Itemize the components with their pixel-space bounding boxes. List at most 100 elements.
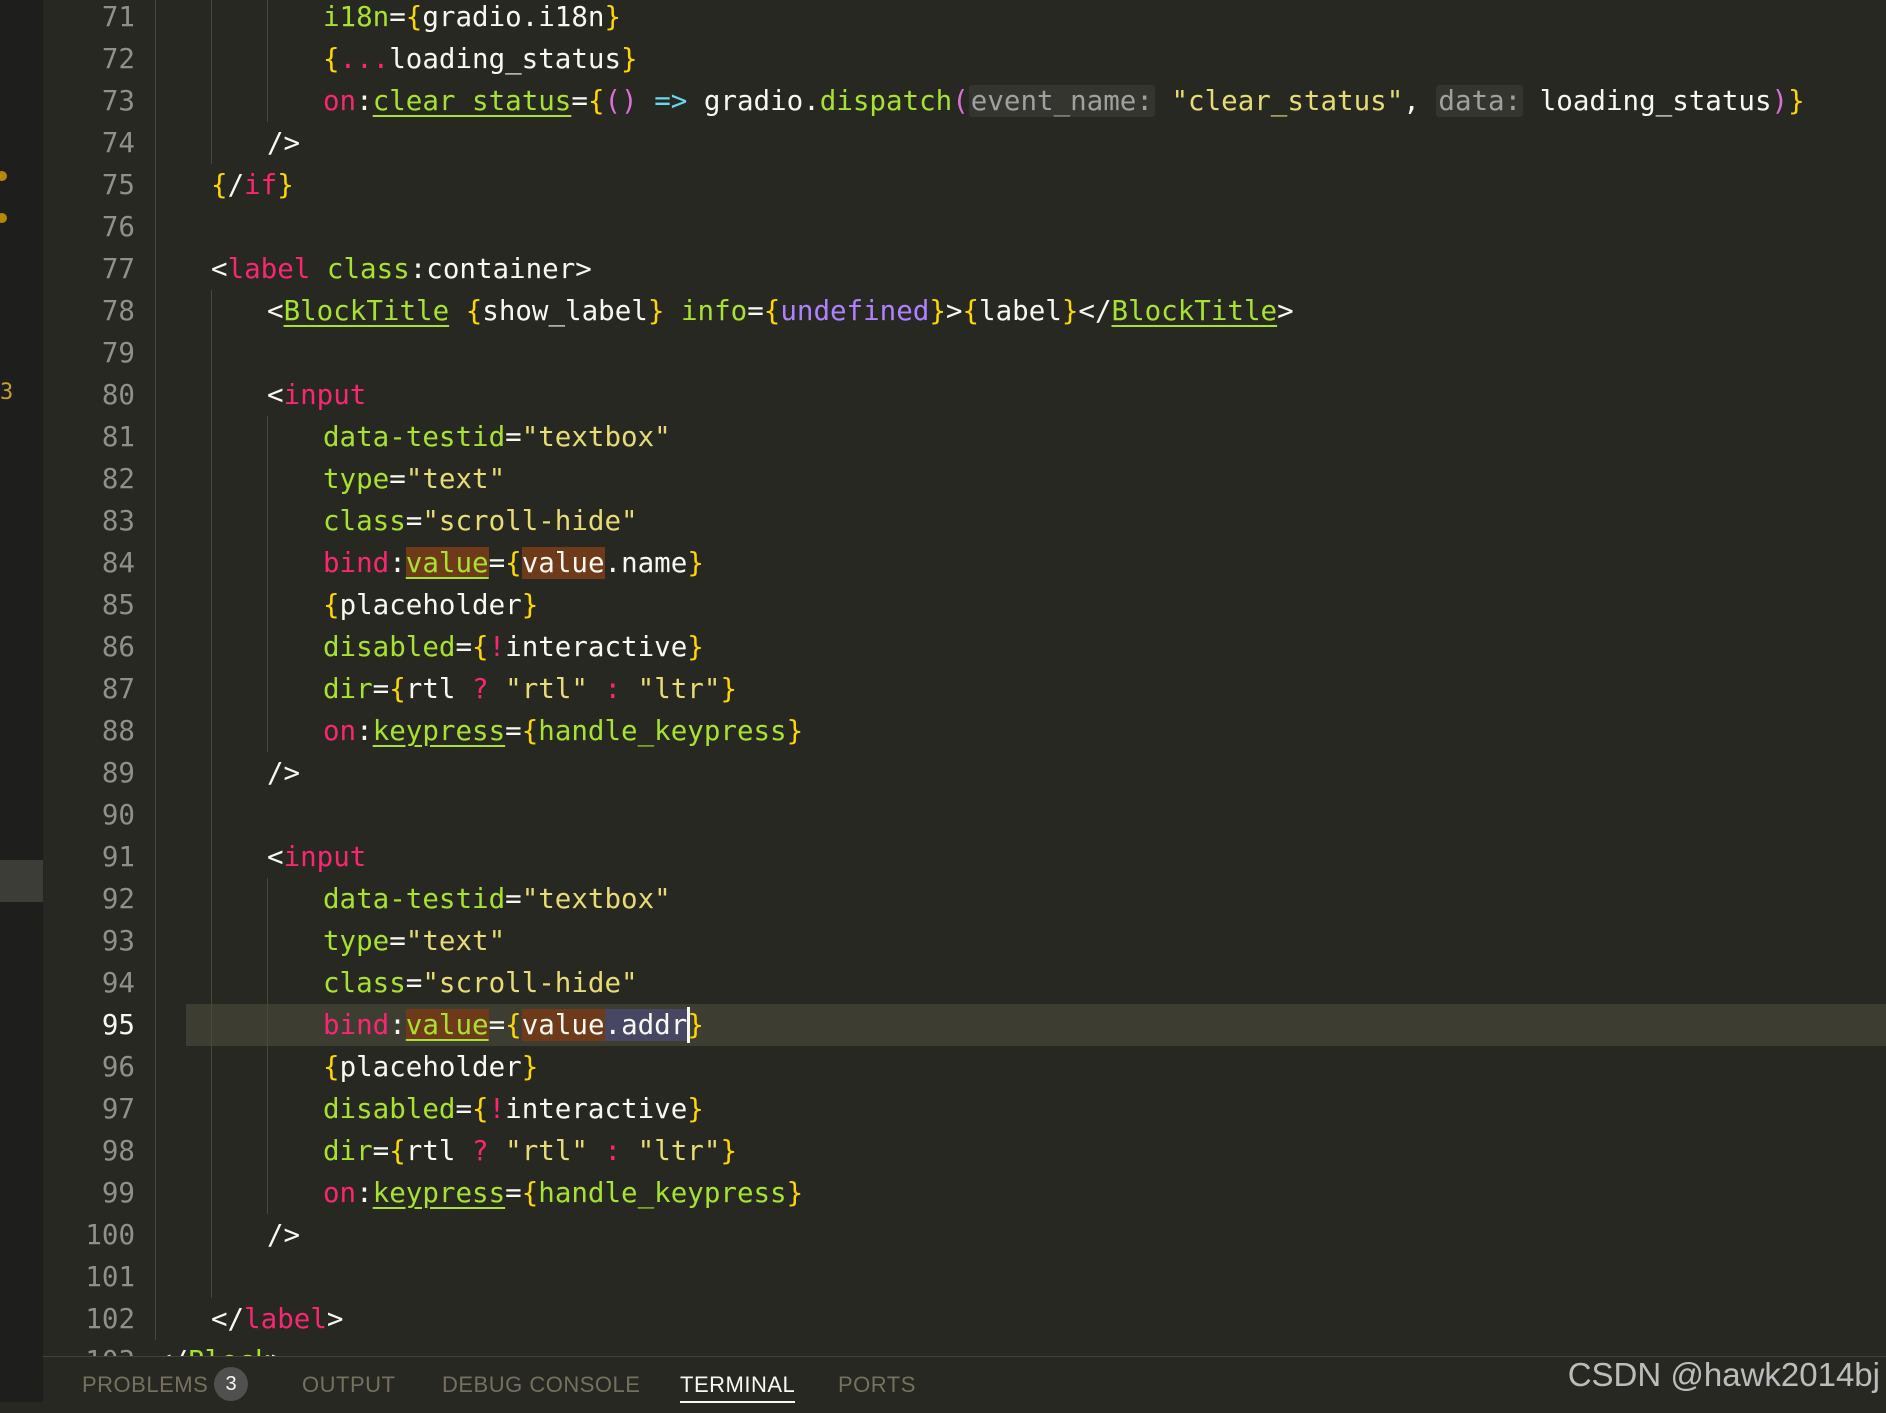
code-token: ? xyxy=(472,1135,489,1167)
code-token: > xyxy=(945,295,963,327)
code-line[interactable]: 85 {placeholder} xyxy=(43,584,1886,626)
code-line[interactable]: 72 {...loading_status} xyxy=(43,38,1886,80)
code-token: "textbox" xyxy=(521,421,671,453)
code-token: type xyxy=(323,925,390,957)
code-line[interactable]: 90 xyxy=(43,794,1886,836)
code-token: rtl xyxy=(405,1135,473,1167)
code-line[interactable]: 87 dir={rtl ? "rtl" : "ltr"} xyxy=(43,668,1886,710)
code-line[interactable]: 96 {placeholder} xyxy=(43,1046,1886,1088)
code-token: interactive xyxy=(505,631,688,663)
code-line[interactable]: 95 bind:value={value.addr} xyxy=(43,1004,1886,1046)
code-line[interactable]: 84 bind:value={value.name} xyxy=(43,542,1886,584)
tab-label: PROBLEMS xyxy=(82,1372,209,1397)
indent-guide xyxy=(155,416,156,458)
tab-output[interactable]: OUTPUT xyxy=(302,1357,395,1403)
code-line[interactable]: 102 </label> xyxy=(43,1298,1886,1340)
code-line[interactable]: 86 disabled={!interactive} xyxy=(43,626,1886,668)
indent-guide xyxy=(155,38,156,80)
code-line[interactable]: 82 type="text" xyxy=(43,458,1886,500)
indent-guide xyxy=(155,1172,156,1214)
code-line[interactable]: 92 data-testid="textbox" xyxy=(43,878,1886,920)
activity-bar: 3 xyxy=(0,0,43,1402)
code-line[interactable]: 77 <label class:container> xyxy=(43,248,1886,290)
code-token: = xyxy=(505,1177,522,1209)
code-token: { xyxy=(472,1093,489,1125)
code-token: { xyxy=(389,673,406,705)
tab-terminal[interactable]: TERMINAL xyxy=(680,1357,796,1403)
indent-guide xyxy=(155,1088,156,1130)
code-token: "textbox" xyxy=(521,883,671,915)
code-line[interactable]: 101 xyxy=(43,1256,1886,1298)
code-line[interactable]: 75 {/if} xyxy=(43,164,1886,206)
line-number: 98 xyxy=(101,1135,135,1167)
tab-problems[interactable]: PROBLEMS 3 xyxy=(82,1357,249,1403)
code-line[interactable]: 83 class="scroll-hide" xyxy=(43,500,1886,542)
tab-ports[interactable]: PORTS xyxy=(838,1357,916,1403)
indent-guide xyxy=(211,584,212,626)
code-token: ! xyxy=(488,1093,506,1125)
code-token: { xyxy=(405,1,423,33)
indent-guide xyxy=(155,458,156,500)
code-token: :container> xyxy=(409,253,592,285)
code-token: type xyxy=(323,463,390,495)
code-editor[interactable]: 71 i18n={gradio.i18n} 72 {...loading_status… xyxy=(43,0,1886,1356)
code-token: = xyxy=(405,967,423,999)
indent-guide xyxy=(211,458,212,500)
code-token: = xyxy=(372,673,390,705)
code-token: .name xyxy=(604,547,688,579)
code-token: = xyxy=(372,1135,390,1167)
code-token: data-testid xyxy=(323,421,506,453)
code-line[interactable]: 81 data-testid="textbox" xyxy=(43,416,1886,458)
indent-guide xyxy=(211,878,212,920)
code-text: {...loading_status} xyxy=(323,38,638,80)
code-token: { xyxy=(472,631,489,663)
code-line[interactable]: 97 disabled={!interactive} xyxy=(43,1088,1886,1130)
indent-guide xyxy=(155,962,156,1004)
code-text: <BlockTitle {show_label} info={undefined… xyxy=(267,290,1294,332)
code-token: value xyxy=(521,1009,605,1041)
code-line[interactable]: 94 class="scroll-hide" xyxy=(43,962,1886,1004)
code-line[interactable]: 93 type="text" xyxy=(43,920,1886,962)
code-token: BlockTitle xyxy=(1111,295,1278,327)
code-token: { xyxy=(389,1135,406,1167)
code-token: < xyxy=(211,253,228,285)
code-line[interactable]: 89 /> xyxy=(43,752,1886,794)
tab-debug-console[interactable]: DEBUG CONSOLE xyxy=(442,1357,640,1403)
code-token: { xyxy=(521,1177,539,1209)
line-number: 71 xyxy=(101,1,135,33)
code-line[interactable]: 76 xyxy=(43,206,1886,248)
code-token: show_label xyxy=(482,295,648,327)
code-text: data-testid="textbox" xyxy=(323,878,671,920)
code-token: } xyxy=(621,43,638,75)
code-token: { xyxy=(505,1009,522,1041)
code-token: /> xyxy=(267,1219,301,1251)
code-token: => xyxy=(654,85,688,117)
code-token: } xyxy=(604,1,622,33)
line-number: 83 xyxy=(101,505,135,537)
code-text: disabled={!interactive} xyxy=(323,1088,704,1130)
code-line[interactable]: 98 dir={rtl ? "rtl" : "ltr"} xyxy=(43,1130,1886,1172)
indent-guide xyxy=(267,80,268,122)
code-line[interactable]: 99 on:keypress={handle_keypress} xyxy=(43,1172,1886,1214)
code-line[interactable]: 80 <input xyxy=(43,374,1886,416)
code-line[interactable]: 74 /> xyxy=(43,122,1886,164)
line-number: 99 xyxy=(101,1177,135,1209)
code-line[interactable]: 79 xyxy=(43,332,1886,374)
tab-label: OUTPUT xyxy=(302,1372,396,1397)
code-token: } xyxy=(786,1177,804,1209)
code-line[interactable]: 88 on:keypress={handle_keypress} xyxy=(43,710,1886,752)
code-line[interactable]: 78 <BlockTitle {show_label} info={undefin… xyxy=(43,290,1886,332)
indent-guide xyxy=(211,1004,212,1046)
code-token: () xyxy=(604,85,638,117)
active-view-indicator[interactable] xyxy=(0,860,43,902)
indent-guide xyxy=(267,1046,268,1088)
code-line[interactable]: 71 i18n={gradio.i18n} xyxy=(43,0,1886,38)
code-line[interactable]: 73 on:clear_status={() => gradio.dispatch… xyxy=(43,80,1886,122)
code-line[interactable]: 100 /> xyxy=(43,1214,1886,1256)
code-token: { xyxy=(587,85,605,117)
code-line[interactable]: 91 <input xyxy=(43,836,1886,878)
code-line[interactable]: 103 </Block> xyxy=(43,1340,1886,1356)
indent-guide xyxy=(211,542,212,584)
